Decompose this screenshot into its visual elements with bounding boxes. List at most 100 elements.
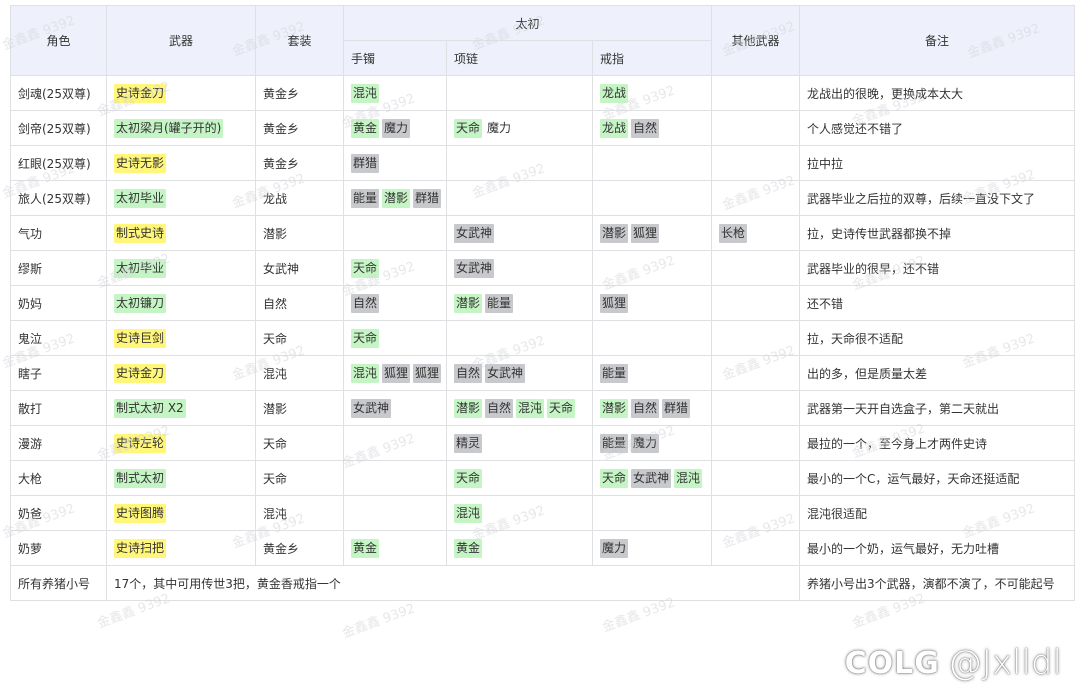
tag-chip: 魔力 (631, 433, 660, 453)
role-cell: 瞎子 (10, 355, 107, 391)
note-cell: 个人感觉还不错了 (799, 110, 1076, 146)
colg-logo: COLG (844, 645, 940, 681)
necklace-cell: 精灵 (446, 425, 593, 461)
tag-chip: 女武神 (454, 223, 495, 243)
table-row: 大枪 制式太初 天命 天命 天命 女武神 混沌 最小的一个C，运气最好，天命还挺适配 (10, 460, 1076, 496)
bracelet-cell: 混沌 狐狸 狐狸 (343, 355, 447, 391)
tag-chip: 黄金 (351, 118, 380, 138)
tag-chip: 狐狸 (631, 223, 660, 243)
set-cell: 天命 (255, 320, 344, 356)
tag-chip: 潜影 (600, 398, 629, 418)
tag-chip: 自然 (485, 398, 514, 418)
necklace-cell: 自然 女武神 (446, 355, 593, 391)
table-row: 散打 制式太初 X2 潜影 女武神 潜影 自然 混沌 天命 潜影 自然 群猎 武器第一天开自选盒子，第… (10, 390, 1076, 426)
bracelet-cell (343, 425, 447, 461)
tag-chip: 混沌 (454, 503, 483, 523)
role-cell: 奶爸 (10, 495, 107, 531)
tag-chip: 精灵 (454, 433, 483, 453)
bracelet-cell: 混沌 (343, 75, 447, 111)
set-cell: 黄金乡 (255, 530, 344, 566)
other-weapon-cell (711, 355, 801, 391)
necklace-cell: 女武神 (446, 250, 593, 286)
ring-cell (591, 320, 713, 356)
tag-chip: 能量 (485, 293, 514, 313)
role-cell: 气功 (10, 215, 107, 251)
tag-chip: 天命 (600, 468, 629, 488)
tag-chip: 天命 (454, 118, 483, 138)
header-set: 套装 (255, 5, 344, 76)
weapon-cell: 史诗金刀 (106, 75, 256, 111)
bracelet-cell: 能量 潜影 群猎 (343, 180, 447, 216)
tag-chip: 太初梁月(罐子开的) (114, 118, 224, 138)
bracelet-cell: 天命 (343, 250, 447, 286)
other-weapon-cell (711, 495, 801, 531)
table-row: 瞎子 史诗金刀 混沌 混沌 狐狸 狐狸 自然 女武神 能量 出的多，但是质量太差 (10, 355, 1076, 391)
tag-chip: 制式太初 (114, 468, 167, 488)
summary-text: 17个，其中可用传世3把，黄金香戒指一个 (105, 565, 801, 601)
header-row-top: 角色 武器 套装 太初 其他武器 备注 (10, 5, 1076, 76)
tag-chip: 太初镰刀 (114, 293, 167, 313)
table-row: 奶爸 史诗图腾 混沌 混沌 混沌很适配 (10, 495, 1076, 531)
tag-chip: 魔力 (382, 118, 411, 138)
weapon-cell: 史诗扫把 (106, 530, 256, 566)
table-row: 奶妈 太初镰刀 自然 自然 潜影 能量 狐狸 还不错 (10, 285, 1076, 321)
ring-cell: 潜影 狐狸 (591, 215, 713, 251)
weapon-cell: 太初镰刀 (106, 285, 256, 321)
table-row: 缪斯 太初毕业 女武神 天命 女武神 武器毕业的很早，还不错 (10, 250, 1076, 286)
note-cell: 武器毕业的很早，还不错 (799, 250, 1076, 286)
tag-chip: 女武神 (485, 363, 526, 383)
tag-chip: 史诗金刀 (114, 363, 167, 383)
tag-chip: 潜影 (454, 398, 483, 418)
set-cell: 自然 (255, 285, 344, 321)
weapon-cell: 太初毕业 (106, 250, 256, 286)
table-row: 旅人(25双尊) 太初毕业 龙战 能量 潜影 群猎 武器毕业之后拉的双尊，后续一直没下文了 (10, 180, 1076, 216)
header-weapon: 武器 (106, 5, 256, 76)
weapon-cell: 制式太初 (106, 460, 256, 496)
weapon-cell: 史诗左轮 (106, 425, 256, 461)
ring-cell (591, 180, 713, 216)
weapon-cell: 史诗巨剑 (106, 320, 256, 356)
necklace-cell: 潜影 自然 混沌 天命 (446, 390, 593, 426)
weapon-cell: 制式史诗 (106, 215, 256, 251)
tag-chip: 女武神 (351, 398, 392, 418)
set-cell: 混沌 (255, 495, 344, 531)
set-cell: 黄金乡 (255, 145, 344, 181)
weapon-cell: 史诗图腾 (106, 495, 256, 531)
tag-chip: 龙战 (600, 118, 629, 138)
tag-chip: 天命 (454, 468, 483, 488)
necklace-cell: 混沌 (446, 495, 593, 531)
tag-chip: 太初毕业 (114, 258, 167, 278)
tag-chip: 能量 (351, 188, 380, 208)
tag-chip: 狐狸 (413, 363, 442, 383)
role-cell: 剑帝(25双尊) (10, 110, 107, 146)
role-cell: 鬼泣 (10, 320, 107, 356)
other-weapon-cell: 长枪 (711, 215, 801, 251)
other-weapon-cell (711, 110, 801, 146)
bracelet-cell: 黄金 (343, 530, 447, 566)
tag-chip: 制式太初 X2 (114, 398, 186, 418)
other-weapon-cell (711, 460, 801, 496)
tag-chip: 自然 (454, 363, 483, 383)
tag-chip: 混沌 (351, 363, 380, 383)
role-cell: 散打 (10, 390, 107, 426)
table-row: 红眼(25双尊) 史诗无影 黄金乡 群猎 拉中拉 (10, 145, 1076, 181)
table-header: 角色 武器 套装 太初 其他武器 备注 手镯 项链 戒指 (10, 5, 1076, 76)
tag-chip: 能量 (600, 433, 629, 453)
ring-cell: 魔力 (591, 530, 713, 566)
bracelet-cell (343, 460, 447, 496)
tag-chip: 魔力 (487, 120, 512, 135)
tag-chip: 女武神 (454, 258, 495, 278)
note-cell: 最小的一个奶，运气最好，无力吐槽 (799, 530, 1076, 566)
tag-chip: 史诗巨剑 (114, 328, 167, 348)
set-cell: 潜影 (255, 390, 344, 426)
tag-chip: 潜影 (454, 293, 483, 313)
header-necklace: 项链 (446, 40, 593, 76)
note-cell: 出的多，但是质量太差 (799, 355, 1076, 391)
tag-chip: 魔力 (600, 538, 629, 558)
other-weapon-cell (711, 75, 801, 111)
role-cell: 缪斯 (10, 250, 107, 286)
role-cell: 旅人(25双尊) (10, 180, 107, 216)
header-bracelet: 手镯 (343, 40, 447, 76)
note-cell: 龙战出的很晚，更换成本太大 (799, 75, 1076, 111)
set-cell: 黄金乡 (255, 110, 344, 146)
